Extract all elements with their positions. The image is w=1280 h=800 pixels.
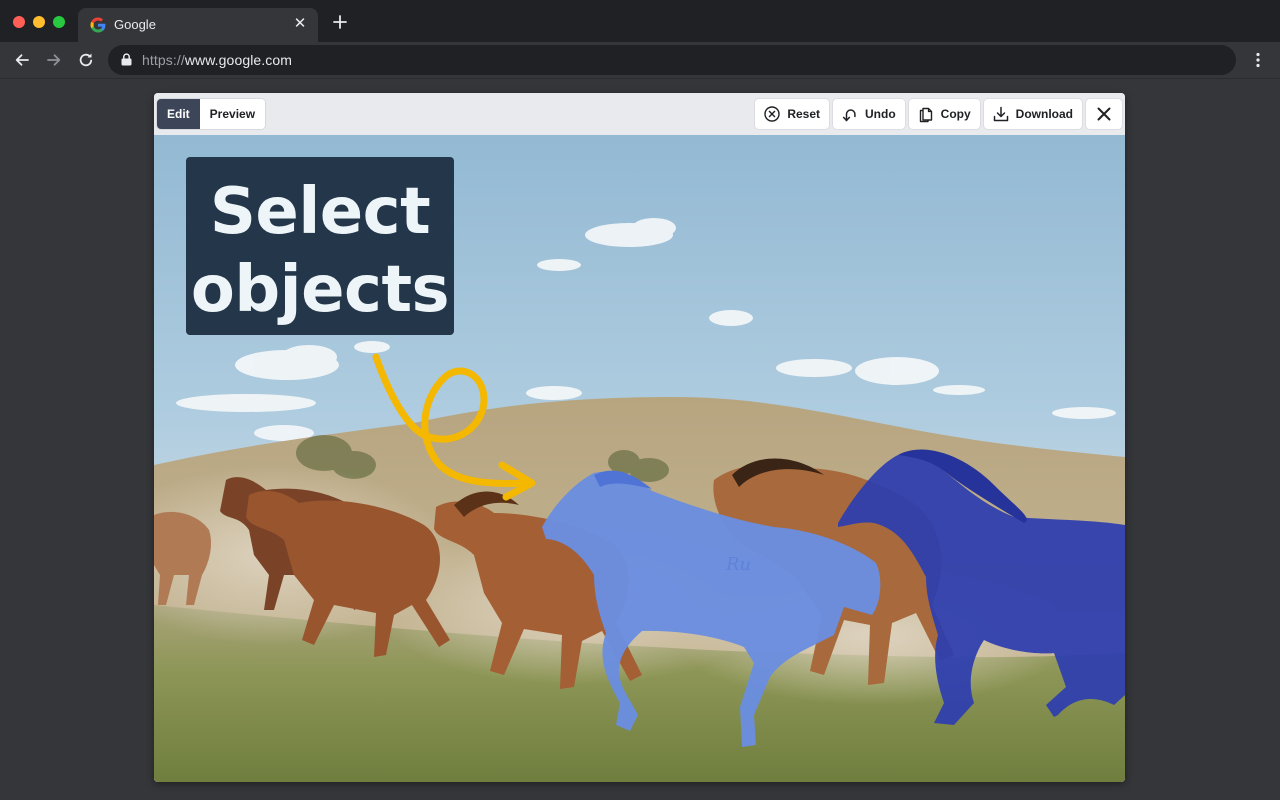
reset-button[interactable]: Reset xyxy=(755,99,830,129)
image-editor-card: Edit Preview Reset Undo Copy Download Ru… xyxy=(154,93,1125,782)
edit-mode-button[interactable]: Edit xyxy=(157,99,200,129)
minimize-window-button[interactable] xyxy=(33,16,45,28)
url-text: https://www.google.com xyxy=(142,52,293,68)
callout-text: Select objects xyxy=(186,173,454,329)
callout-line-2: objects xyxy=(190,253,450,327)
maximize-window-button[interactable] xyxy=(53,16,65,28)
undo-button[interactable]: Undo xyxy=(833,99,905,129)
mode-toggle: Edit Preview xyxy=(157,99,266,129)
new-tab-icon[interactable] xyxy=(331,13,349,31)
forward-arrow-icon[interactable] xyxy=(45,51,63,69)
tab-close-icon[interactable]: ✕ xyxy=(292,16,308,32)
close-editor-button[interactable] xyxy=(1086,99,1122,129)
browser-toolbar: https://www.google.com xyxy=(0,42,1280,79)
undo-label: Undo xyxy=(865,107,896,121)
image-canvas[interactable]: Ru Select objects xyxy=(154,135,1125,782)
callout-line-1: Select xyxy=(209,175,431,249)
editor-toolbar: Edit Preview Reset Undo Copy Download xyxy=(154,93,1125,135)
download-label: Download xyxy=(1015,107,1073,121)
undo-icon xyxy=(842,109,856,122)
google-favicon-icon xyxy=(90,17,106,33)
back-arrow-icon[interactable] xyxy=(13,51,31,69)
select-objects-callout: Select objects xyxy=(186,157,454,335)
tab-title: Google xyxy=(114,17,156,32)
copy-icon xyxy=(919,107,932,123)
preview-mode-button[interactable]: Preview xyxy=(199,99,266,129)
browser-tab[interactable]: Google ✕ xyxy=(78,8,318,42)
close-window-button[interactable] xyxy=(13,16,25,28)
lock-icon xyxy=(121,53,132,66)
editor-actions: Reset Undo Copy Download xyxy=(755,99,1122,129)
browser-tab-bar: Google ✕ xyxy=(0,0,1280,42)
close-icon xyxy=(1097,107,1111,121)
reload-icon[interactable] xyxy=(77,51,95,69)
reset-label: Reset xyxy=(787,107,821,121)
svg-text:Ru: Ru xyxy=(725,554,751,575)
copy-label: Copy xyxy=(940,107,971,121)
copy-button[interactable]: Copy xyxy=(908,99,980,129)
download-icon xyxy=(993,106,1008,122)
download-button[interactable]: Download xyxy=(983,99,1082,129)
address-bar[interactable]: https://www.google.com xyxy=(108,45,1236,75)
kebab-menu-icon[interactable] xyxy=(1249,51,1267,69)
reset-icon xyxy=(764,106,781,122)
